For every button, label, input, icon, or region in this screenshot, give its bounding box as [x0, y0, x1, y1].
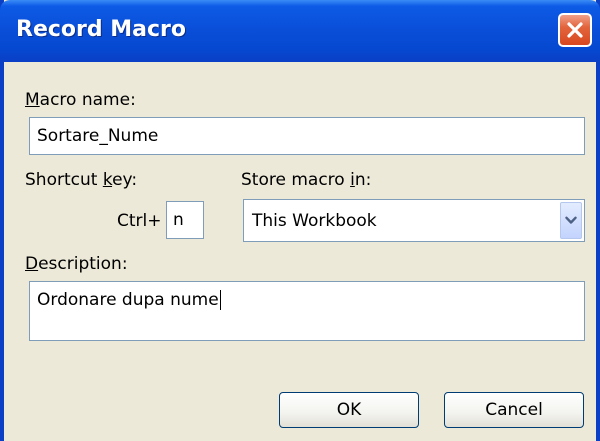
- store-macro-select[interactable]: This Workbook: [243, 199, 585, 242]
- dialog-title: Record Macro: [16, 17, 187, 42]
- cancel-button-label: Cancel: [485, 400, 543, 420]
- macro-name-label-text: acro name:: [39, 90, 136, 110]
- ctrl-prefix-label: Ctrl+: [117, 211, 162, 231]
- title-bar[interactable]: Record Macro: [0, 0, 600, 62]
- description-value: Ordonare dupa nume: [37, 290, 219, 310]
- macro-name-value: Sortare_Nume: [37, 126, 159, 146]
- shortcut-key-label: Shortcut key:: [25, 170, 137, 190]
- description-label: Description:: [25, 254, 128, 274]
- macro-name-input[interactable]: Sortare_Nume: [29, 117, 585, 155]
- store-label-post: n:: [354, 170, 372, 190]
- cancel-button[interactable]: Cancel: [444, 392, 584, 428]
- text-caret: [219, 290, 221, 310]
- shortcut-label-post: ey:: [112, 170, 138, 190]
- close-button[interactable]: [558, 13, 592, 47]
- ok-button[interactable]: OK: [279, 392, 419, 428]
- shortcut-hotkey: k: [102, 170, 113, 190]
- macro-name-hotkey: M: [25, 90, 40, 110]
- record-macro-dialog: Record Macro Macro name: Sortare_Nume Sh…: [0, 0, 600, 441]
- store-label-pre: Store macro: [241, 170, 351, 190]
- macro-name-label: Macro name:: [25, 90, 136, 110]
- ok-button-label: OK: [336, 400, 362, 420]
- store-macro-label: Store macro in:: [241, 170, 371, 190]
- shortcut-label-pre: Shortcut: [25, 170, 103, 190]
- shortcut-key-value: n: [173, 210, 184, 230]
- store-macro-selected: This Workbook: [252, 211, 377, 231]
- description-label-text: escription:: [38, 254, 128, 274]
- close-icon: [567, 22, 583, 38]
- description-input[interactable]: Ordonare dupa nume: [29, 281, 585, 341]
- chevron-down-icon: [565, 216, 577, 224]
- shortcut-key-input[interactable]: n: [166, 201, 204, 239]
- store-macro-dropdown-button[interactable]: [560, 202, 582, 239]
- description-hotkey: D: [25, 254, 39, 274]
